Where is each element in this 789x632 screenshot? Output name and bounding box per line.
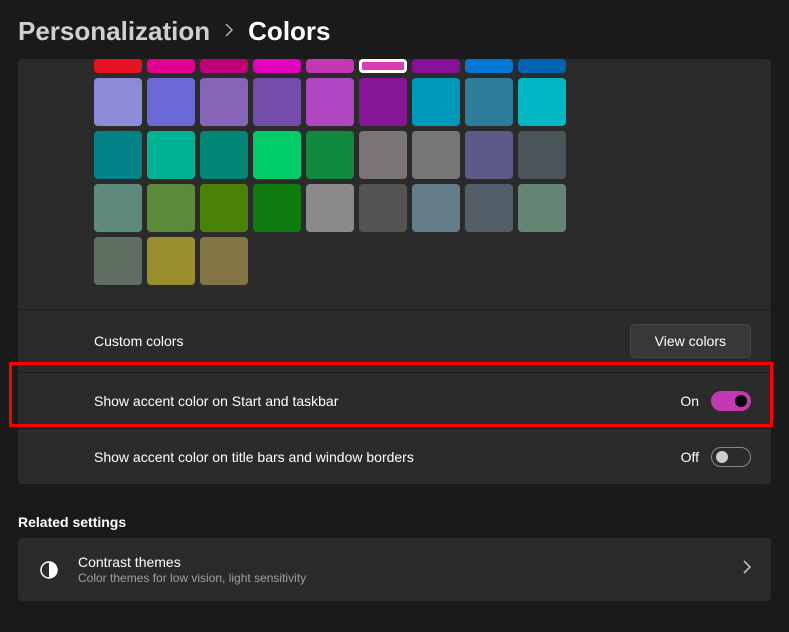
related-panel: Contrast themes Color themes for low vis… (18, 538, 771, 601)
color-swatch[interactable] (94, 131, 142, 179)
breadcrumb-current: Colors (248, 16, 330, 47)
color-swatch[interactable] (200, 59, 248, 73)
color-swatch[interactable] (306, 59, 354, 73)
contrast-themes-item[interactable]: Contrast themes Color themes for low vis… (18, 538, 771, 601)
accent-titlebar-label: Show accent color on title bars and wind… (94, 449, 414, 465)
color-swatch[interactable] (412, 78, 460, 126)
contrast-subtitle: Color themes for low vision, light sensi… (78, 571, 725, 585)
color-swatch[interactable] (253, 78, 301, 126)
color-swatch[interactable] (412, 59, 460, 73)
color-swatch[interactable] (412, 131, 460, 179)
accent-start-state: On (680, 393, 699, 409)
accent-titlebar-toggle[interactable] (711, 447, 751, 467)
accent-start-taskbar-row: Show accent color on Start and taskbar O… (18, 372, 771, 428)
color-swatch[interactable] (359, 78, 407, 126)
color-swatch[interactable] (147, 78, 195, 126)
color-swatch[interactable] (518, 59, 566, 73)
color-swatch[interactable] (147, 237, 195, 285)
accent-titlebar-toggle-wrap: Off (681, 447, 751, 467)
color-swatch[interactable] (94, 78, 142, 126)
accent-start-toggle-wrap: On (680, 391, 751, 411)
custom-colors-label: Custom colors (94, 333, 183, 349)
color-swatch[interactable] (253, 184, 301, 232)
color-swatch[interactable] (200, 78, 248, 126)
accent-color-grid (18, 59, 771, 309)
color-swatch[interactable] (147, 59, 195, 73)
accent-start-label: Show accent color on Start and taskbar (94, 393, 338, 409)
contrast-icon (38, 559, 60, 581)
related-settings-heading: Related settings (0, 496, 789, 538)
accent-titlebar-state: Off (681, 449, 699, 465)
chevron-right-icon (224, 21, 234, 42)
color-swatch[interactable] (200, 184, 248, 232)
color-swatch[interactable] (412, 184, 460, 232)
colors-panel: Custom colors View colors Show accent co… (18, 59, 771, 484)
color-swatch[interactable] (465, 59, 513, 73)
contrast-text: Contrast themes Color themes for low vis… (78, 554, 725, 585)
breadcrumb-parent[interactable]: Personalization (18, 16, 210, 47)
color-swatch[interactable] (359, 184, 407, 232)
color-swatch[interactable] (94, 59, 142, 73)
color-swatch[interactable] (253, 59, 301, 73)
breadcrumb: Personalization Colors (0, 0, 789, 59)
color-swatch[interactable] (200, 131, 248, 179)
custom-colors-row: Custom colors View colors (18, 309, 771, 372)
color-swatch[interactable] (147, 131, 195, 179)
color-swatch[interactable] (518, 184, 566, 232)
accent-titlebar-row: Show accent color on title bars and wind… (18, 428, 771, 484)
color-swatch[interactable] (465, 184, 513, 232)
color-swatch[interactable] (306, 78, 354, 126)
color-swatch[interactable] (94, 184, 142, 232)
color-swatch[interactable] (359, 59, 407, 73)
color-swatch[interactable] (200, 237, 248, 285)
color-swatch[interactable] (253, 131, 301, 179)
view-colors-button[interactable]: View colors (630, 324, 751, 358)
color-swatch[interactable] (465, 131, 513, 179)
color-swatch[interactable] (359, 131, 407, 179)
contrast-title: Contrast themes (78, 554, 725, 570)
color-swatch[interactable] (518, 78, 566, 126)
color-swatch[interactable] (94, 237, 142, 285)
chevron-right-icon (743, 560, 751, 579)
color-swatch[interactable] (306, 184, 354, 232)
color-swatch[interactable] (306, 131, 354, 179)
accent-start-toggle[interactable] (711, 391, 751, 411)
color-swatch[interactable] (147, 184, 195, 232)
color-swatch[interactable] (465, 78, 513, 126)
color-swatch[interactable] (518, 131, 566, 179)
